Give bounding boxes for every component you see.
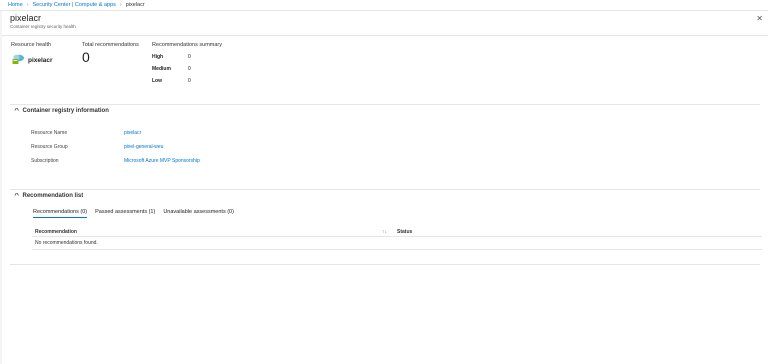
total-recommendations-value: 0 bbox=[82, 49, 90, 65]
tab-bar: Recommendations (0) Passed assessments (… bbox=[33, 209, 760, 218]
recommendation-list-title: Recommendation list bbox=[22, 193, 84, 199]
resource-health: Resource health pixelacr bbox=[11, 42, 53, 67]
info-row: Resource Group pixel-general-weu bbox=[10, 140, 760, 154]
registry-info-section: ^ Container registry information Resourc… bbox=[10, 104, 760, 168]
severity-value: 0 bbox=[188, 54, 191, 60]
registry-info-title: Container registry information bbox=[22, 108, 109, 114]
recommendations-summary-label: Recommendations summary bbox=[152, 42, 222, 48]
info-label: Subscription bbox=[31, 158, 59, 164]
close-icon[interactable]: ✕ bbox=[756, 14, 763, 23]
tab-unavailable-assessments[interactable]: Unavailable assessments (0) bbox=[163, 209, 234, 218]
info-row: Subscription Microsoft Azure MVP Sponsor… bbox=[10, 154, 760, 168]
breadcrumb-separator: › bbox=[26, 2, 29, 8]
recommendation-list-header[interactable]: ^ Recommendation list bbox=[10, 190, 760, 202]
severity-value: 0 bbox=[188, 78, 191, 84]
resource-health-item: pixelacr bbox=[11, 53, 53, 67]
blade: pixelacr Container registry security hea… bbox=[2, 11, 768, 364]
chevron-up-icon: ^ bbox=[14, 108, 20, 114]
info-label: Resource Group bbox=[31, 144, 68, 150]
severity-row: Low 0 bbox=[152, 78, 202, 84]
chevron-up-icon: ^ bbox=[14, 193, 20, 199]
divider bbox=[2, 35, 768, 36]
container-registry-icon bbox=[11, 53, 25, 67]
empty-message: No recommendations found. bbox=[32, 237, 762, 250]
severity-label: Low bbox=[152, 78, 162, 84]
table-header: Recommendation ↑↓ Status bbox=[32, 227, 762, 237]
total-recommendations: Total recommendations 0 bbox=[82, 42, 139, 65]
subscription-link[interactable]: Microsoft Azure MVP Sponsorship bbox=[124, 158, 200, 164]
column-recommendation[interactable]: Recommendation bbox=[35, 229, 382, 235]
breadcrumb-home[interactable]: Home bbox=[8, 2, 23, 8]
severity-label: Medium bbox=[152, 66, 171, 72]
severity-row: Medium 0 bbox=[152, 66, 202, 72]
registry-info-header[interactable]: ^ Container registry information bbox=[10, 105, 760, 117]
resource-name: pixelacr bbox=[28, 56, 53, 64]
breadcrumb-security-center[interactable]: Security Center | Compute & apps bbox=[33, 2, 116, 8]
severity-label: High bbox=[152, 54, 164, 60]
divider bbox=[10, 264, 760, 265]
page-title: pixelacr bbox=[10, 13, 42, 23]
info-label: Resource Name bbox=[31, 130, 68, 136]
breadcrumb-separator: › bbox=[119, 2, 122, 8]
recommendations-summary: Recommendations summary High 0 Medium 0 … bbox=[152, 42, 222, 84]
blade-header: pixelacr Container registry security hea… bbox=[10, 13, 76, 29]
resource-health-label: Resource health bbox=[11, 42, 52, 48]
info-row: Resource Name pixelacr bbox=[10, 126, 760, 140]
sort-icon[interactable]: ↑↓ bbox=[382, 229, 397, 235]
severity-value: 0 bbox=[188, 66, 191, 72]
page-subtitle: Container registry security health bbox=[10, 24, 76, 29]
tab-passed-assessments[interactable]: Passed assessments (1) bbox=[95, 209, 155, 218]
recommendations-table: Recommendation ↑↓ Status No recommendati… bbox=[32, 227, 762, 250]
breadcrumb: Home › Security Center | Compute & apps … bbox=[0, 0, 768, 11]
resource-name-link[interactable]: pixelacr bbox=[124, 130, 141, 136]
severity-row: High 0 bbox=[152, 54, 202, 60]
tab-recommendations[interactable]: Recommendations (0) bbox=[33, 209, 88, 218]
column-status[interactable]: Status bbox=[397, 229, 412, 235]
recommendation-list-section: ^ Recommendation list Recommendations (0… bbox=[10, 189, 762, 250]
breadcrumb-current: pixelacr bbox=[125, 2, 145, 8]
total-recommendations-label: Total recommendations bbox=[82, 42, 139, 48]
resource-group-link[interactable]: pixel-general-weu bbox=[124, 144, 163, 150]
